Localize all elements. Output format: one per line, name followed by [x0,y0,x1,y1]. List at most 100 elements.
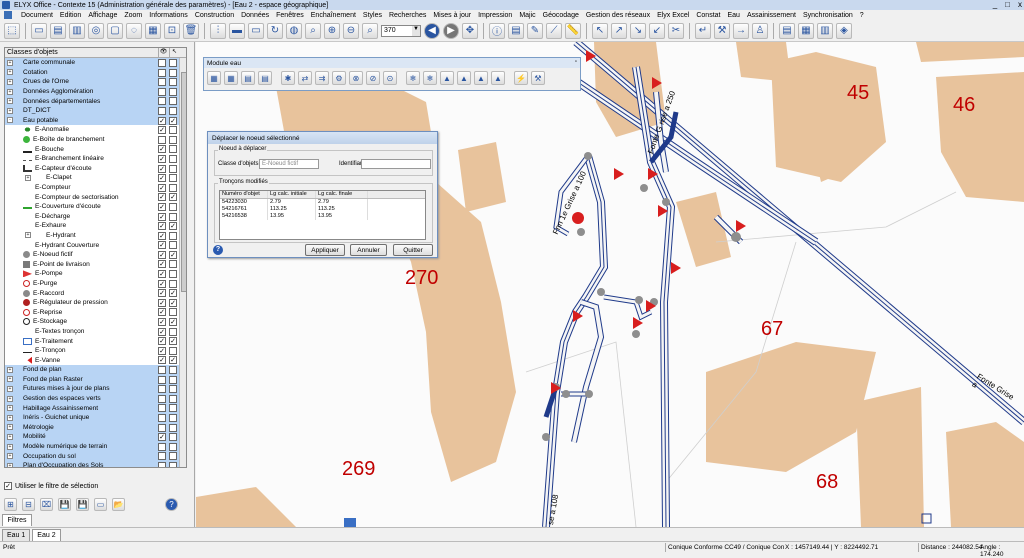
module-eau-toolbar[interactable]: Module eau ▫ ▦ ▦ ▤ ▤ ✱ ⇄ ⇉ ⚙ ⊗ ⊘ ⊙ ❄ ❄ ▲ ▲ ▲ ▲ ⚡ ⚒ [203,57,581,91]
layers-icon[interactable]: ▥ [69,22,85,39]
expand-icon[interactable]: + [7,98,13,105]
cut-icon[interactable]: ✂ [668,22,684,39]
expand-icon[interactable]: + [7,414,13,421]
selectable-checkbox[interactable] [169,461,177,467]
visibility-checkbox[interactable] [158,78,166,87]
select-tool-icon[interactable]: ⬚ [4,22,20,39]
expand-icon[interactable]: + [7,405,13,412]
layer-item[interactable]: E-Branchement linéaire ✓ [5,154,186,164]
selectable-checkbox[interactable] [169,106,177,115]
chart-icon[interactable]: ▲ [491,71,505,85]
pump-tool-icon[interactable]: ⚙ [332,71,346,85]
quit-button[interactable]: Quitter [393,244,433,256]
layer-item[interactable]: E-Vanne ✓ ✓ [5,355,186,365]
menu-item[interactable]: Mises à jour [433,12,471,19]
menu-item[interactable]: Géocodage [543,12,579,19]
visibility-checkbox[interactable] [158,442,166,451]
trash-icon[interactable]: 🗑 [183,22,199,39]
layer-group[interactable]: + Inéris - Guichet unique [5,412,186,423]
visibility-checkbox[interactable]: ✓ [158,116,166,125]
selectable-checkbox[interactable] [169,202,177,211]
close-icon[interactable]: ▫ [575,59,577,65]
layer-group[interactable]: + Données Agglomération [5,86,186,97]
layer-item[interactable]: E-Tronçon ✓ [5,346,186,356]
zoom-window-icon[interactable]: ⌕ [362,22,378,39]
zoom-in-icon[interactable]: ⊕ [324,22,340,39]
selectable-checkbox[interactable] [169,452,177,461]
menu-item[interactable]: Impression [478,12,512,19]
grid-tool-icon[interactable]: ▦ [207,71,221,85]
layer-item[interactable]: + E-Hydrant ✓ [5,231,186,241]
layer-group[interactable]: + Futures mises à jour de plans [5,384,186,394]
selectable-checkbox[interactable]: ✓ [169,298,177,307]
menu-item[interactable]: Document [21,12,53,19]
visibility-checkbox[interactable]: ✓ [158,164,166,173]
export-icon[interactable]: ▥ [817,22,833,39]
selectable-checkbox[interactable]: ✓ [169,356,177,365]
save-icon[interactable]: 💾 [58,498,71,511]
layer-item[interactable]: + E-Clapet ✓ [5,173,186,183]
expand-icon[interactable]: + [7,424,13,431]
menu-item[interactable]: Styles [363,12,382,19]
selectable-checkbox[interactable] [169,346,177,355]
expand-icon[interactable]: + [7,443,13,450]
identifier-field[interactable] [361,159,431,169]
arrow-icon[interactable]: → [733,22,749,39]
unlink-icon[interactable]: ⌧ [40,498,53,511]
selectable-checkbox[interactable]: ✓ [169,250,177,259]
layer-item[interactable]: E-Compteur de sectorisation ✓ ✓ [5,192,186,202]
expand-icon[interactable]: + [7,69,13,76]
selectable-checkbox[interactable]: ✓ [169,318,177,327]
binoculars-icon[interactable]: ◎ [88,22,104,39]
layer-group[interactable]: - Eau potable ✓ ✓ [5,115,186,126]
table-row[interactable]: 54223030 2.79 2.79 [220,199,425,206]
visibility-checkbox[interactable] [158,461,166,467]
selectable-checkbox[interactable] [169,126,177,135]
map-view[interactable]: 45 46 270 67 269 68 Fonte G rise a 250 F… [196,42,1024,527]
layer-item[interactable]: E-Couverture d'écoute ✓ [5,202,186,212]
menu-item[interactable]: Construction [195,12,234,19]
tool-icon[interactable]: ⚒ [714,22,730,39]
collapse-all-icon[interactable]: ⊟ [22,498,35,511]
selectable-checkbox[interactable] [169,260,177,269]
visibility-checkbox[interactable]: ✓ [158,433,166,442]
eraser-icon[interactable]: ▬ [229,22,245,39]
chart-icon[interactable]: ▲ [440,71,454,85]
layer-group[interactable]: + Fond de plan [5,365,186,375]
visibility-checkbox[interactable]: ✓ [158,260,166,269]
menu-item[interactable]: ? [860,12,864,19]
snowflake-icon[interactable]: ❄ [423,71,437,85]
column-header[interactable]: Numéro d'objet [220,191,268,198]
visibility-checkbox[interactable]: ✓ [158,289,166,298]
selectable-checkbox[interactable] [169,68,177,77]
expand-icon[interactable]: + [7,78,13,85]
class-field[interactable]: E-Noeud fictif [259,159,319,169]
layer-group[interactable]: + Modèle numérique de terrain [5,441,186,452]
help-icon[interactable]: ? [165,498,178,511]
cancel-button[interactable]: Annuler [350,244,387,256]
zoom-extent-icon[interactable]: ⌕ [305,22,321,39]
chart-icon[interactable]: ▲ [457,71,471,85]
person-icon[interactable]: ♙ [752,22,768,39]
layer-group[interactable]: + Métrologie [5,422,186,433]
menu-item[interactable]: Affichage [88,12,117,19]
snap-icon[interactable]: ⫶ [210,22,226,39]
visibility-checkbox[interactable]: ✓ [158,279,166,288]
layer-item[interactable]: E-Capteur d'écoute ✓ [5,164,186,174]
grid-icon[interactable]: ▦ [145,22,161,39]
zoom-out-icon[interactable]: ⊖ [343,22,359,39]
selectable-checkbox[interactable] [169,270,177,279]
selectable-checkbox[interactable] [169,174,177,183]
layer-group[interactable]: + Cotation [5,67,186,78]
map-canvas[interactable] [196,42,1024,527]
selectable-checkbox[interactable] [169,279,177,288]
layer-item[interactable]: E-Compteur ✓ [5,183,186,193]
link-tool-icon[interactable]: ⇉ [315,71,329,85]
selectable-checkbox[interactable] [169,433,177,442]
tab-eau-2[interactable]: Eau 2 [32,529,61,541]
visibility-checkbox[interactable] [158,404,166,413]
visibility-checkbox[interactable] [158,106,166,115]
menu-item[interactable]: Données [241,12,269,19]
selectable-checkbox[interactable] [169,154,177,163]
layer-item[interactable]: E-Hydrant Couverture ✓ [5,240,186,250]
